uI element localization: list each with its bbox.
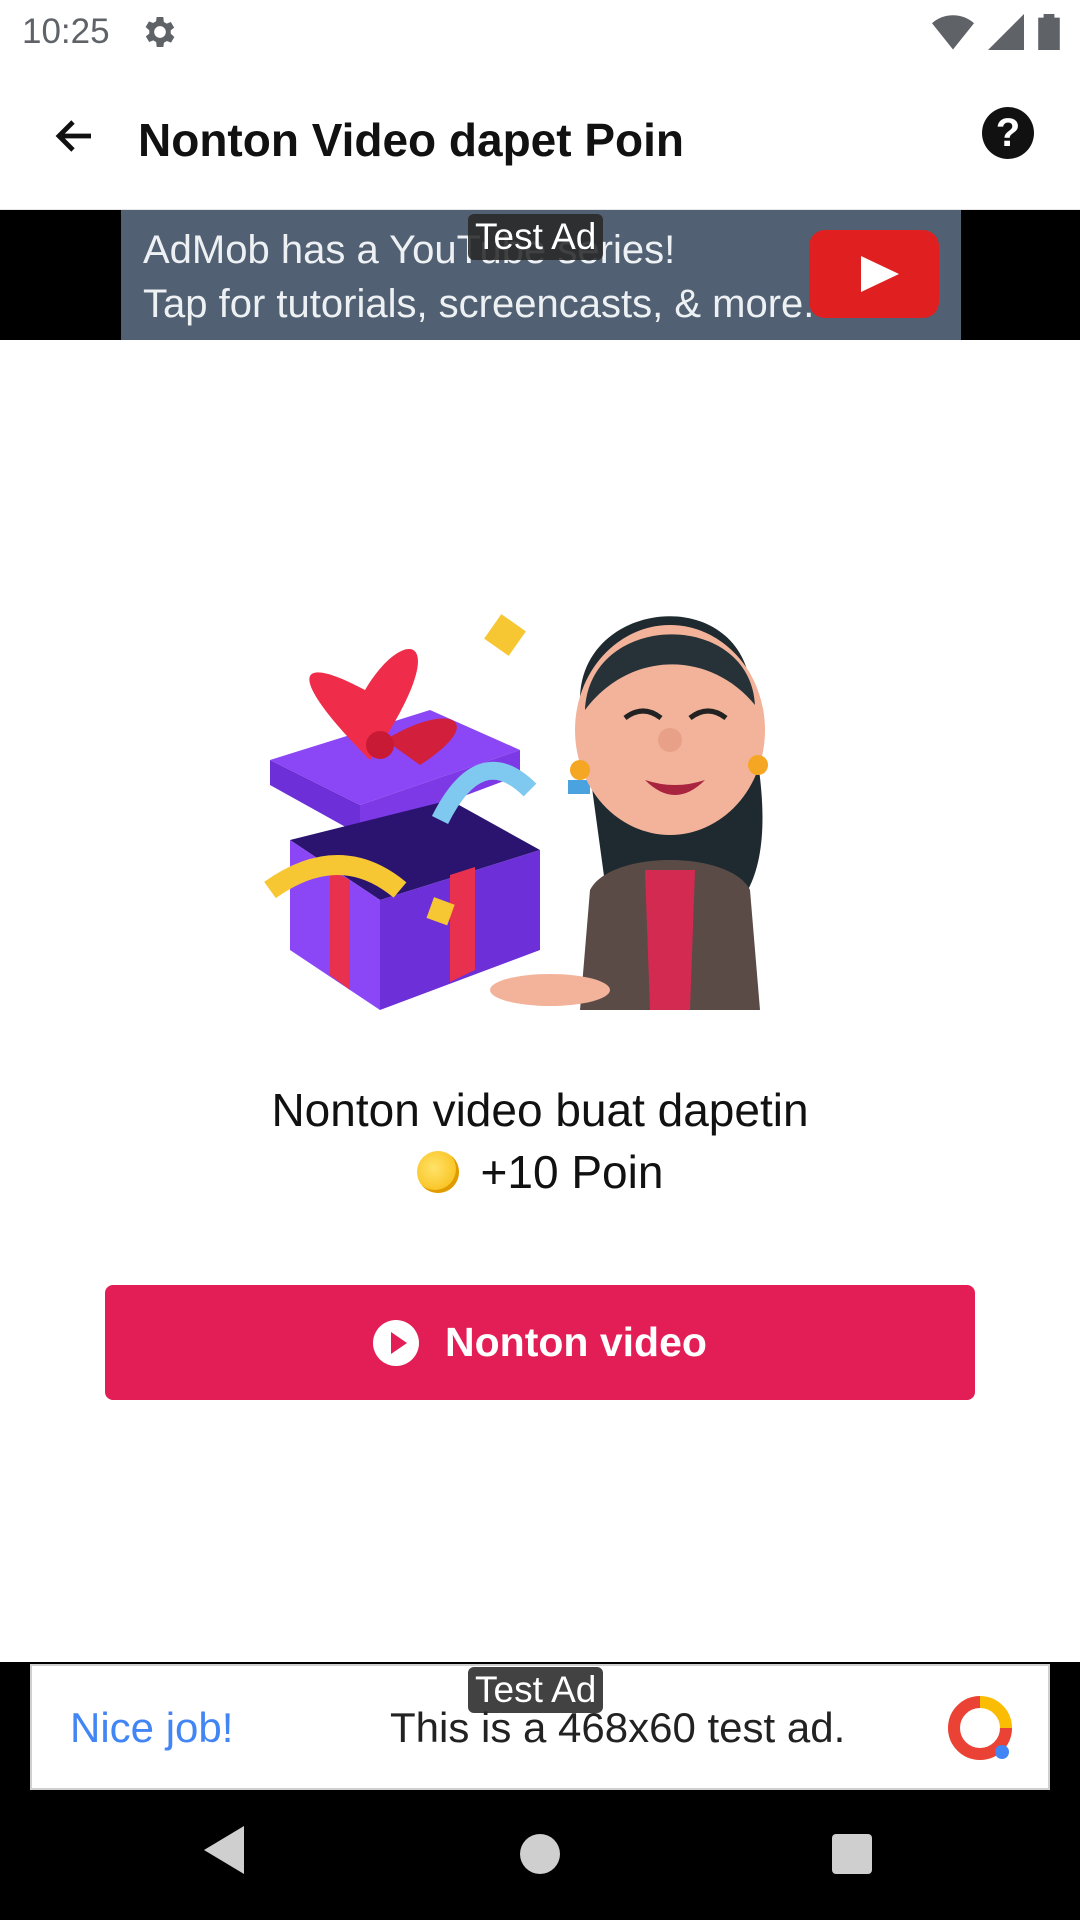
battery-icon [1038,14,1060,50]
reward-illustration [250,590,850,1010]
youtube-play-icon[interactable] [809,230,939,318]
help-icon[interactable]: ? [982,107,1034,159]
watch-video-label: Nonton video [445,1319,707,1365]
status-bar: 10:25 [0,0,1080,63]
signal-icon [988,14,1024,50]
status-time: 10:25 [22,12,110,51]
status-icons [932,12,1060,52]
nav-home-icon[interactable] [520,1834,560,1874]
settings-gear-icon [140,12,180,52]
test-ad-badge: Test Ad [468,1667,604,1713]
coin-icon [416,1151,459,1193]
top-ad-line2: Tap for tutorials, screencasts, & more. [143,282,815,326]
bottom-ad-text: This is a 468x60 test ad. [390,1704,846,1751]
nav-back-icon[interactable] [204,1826,244,1874]
test-ad-badge: Test Ad [468,214,604,260]
play-circle-icon [373,1319,420,1366]
wifi-icon [932,15,974,50]
system-nav-bar [0,1796,1080,1920]
page-title: Nonton Video dapet Poin [138,114,685,166]
admob-logo-icon [948,1696,1012,1760]
app-bar: Nonton Video dapet Poin ? [0,63,1080,211]
back-arrow-icon[interactable] [44,105,106,167]
reward-points: +10 Poin [480,1146,664,1198]
reward-points-row: +10 Poin [0,1145,1080,1199]
watch-video-button[interactable]: Nonton video [105,1285,975,1400]
reward-text: Nonton video buat dapetin [271,1084,809,1136]
bottom-ad-headline: Nice job! [70,1704,234,1751]
nav-recents-icon[interactable] [832,1834,872,1874]
